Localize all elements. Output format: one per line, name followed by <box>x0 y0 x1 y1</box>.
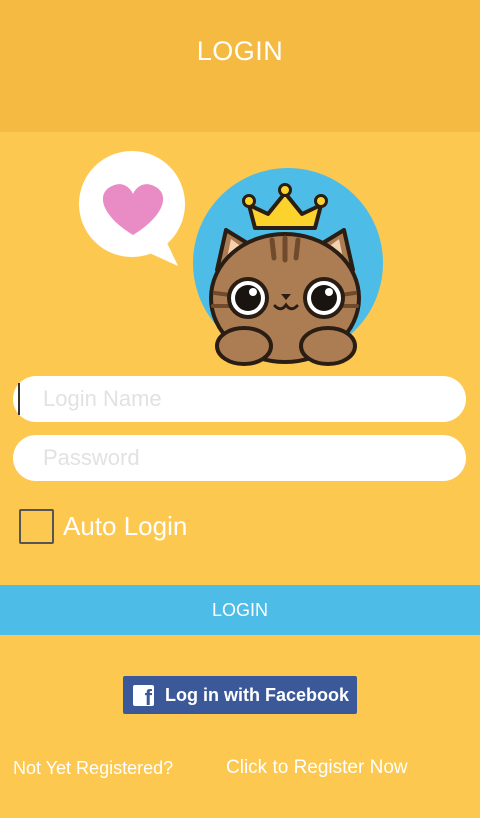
app-header: LOGIN <box>0 0 480 132</box>
not-registered-text: Not Yet Registered? <box>13 758 174 778</box>
register-link[interactable]: Click to Register Now <box>226 757 408 779</box>
heart-speech-bubble-icon <box>79 151 185 266</box>
mascot-illustration <box>79 151 383 366</box>
password-input[interactable] <box>13 435 466 481</box>
cat-with-crown-icon <box>193 168 383 366</box>
facebook-button-label: Log in with Facebook <box>165 684 349 705</box>
auto-login-label[interactable]: Auto Login <box>63 511 187 542</box>
auto-login-checkbox[interactable] <box>19 508 54 544</box>
login-name-input[interactable] <box>13 376 466 422</box>
page-title: LOGIN <box>196 36 284 66</box>
text-cursor <box>18 383 20 415</box>
login-button[interactable]: LOGIN <box>0 585 480 635</box>
facebook-logo-icon: f <box>133 684 154 706</box>
auto-login-row[interactable]: Auto Login <box>19 507 187 545</box>
facebook-login-button[interactable]: f Log in with Facebook <box>123 676 357 714</box>
